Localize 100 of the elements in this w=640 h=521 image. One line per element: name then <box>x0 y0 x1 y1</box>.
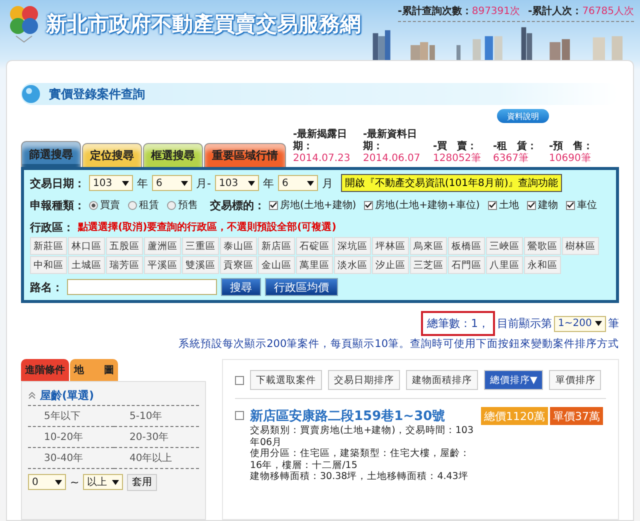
district-button[interactable]: 平溪區 <box>144 256 181 274</box>
latest-value: 2014.07.23 <box>293 153 350 164</box>
district-button[interactable]: 新店區 <box>258 237 295 255</box>
sort-button[interactable]: 下載選取案件 <box>250 370 322 390</box>
checkbox-label: 房地(土地+建物+車位) <box>375 198 480 212</box>
stat-value: 76785人次 <box>582 6 634 17</box>
radio-button[interactable] <box>89 200 98 210</box>
check-icon <box>528 202 535 208</box>
district-button[interactable]: 深坑區 <box>334 237 371 255</box>
age-option[interactable]: 10-20年 <box>28 427 114 448</box>
radio-button[interactable] <box>167 200 176 210</box>
district-button[interactable]: 坪林區 <box>372 237 409 255</box>
sort-button[interactable]: 交易日期排序 <box>328 370 400 390</box>
max-age-select[interactable]: 以上 <box>83 474 124 490</box>
dropdown-caret-icon <box>181 180 188 186</box>
checkbox[interactable] <box>488 200 497 210</box>
district-button[interactable]: 石門區 <box>448 256 485 274</box>
road-input-field[interactable] <box>67 279 217 295</box>
dropdown-caret-icon <box>595 321 602 326</box>
age-option[interactable]: 30-40年 <box>28 448 114 469</box>
sort-button[interactable]: 總價排序▼ <box>484 370 544 390</box>
district-button[interactable]: 板橋區 <box>448 237 485 255</box>
latest-value: 10690筆 <box>549 153 591 164</box>
district-button[interactable]: 瑞芳區 <box>106 256 143 274</box>
dropdown-caret-icon <box>55 480 62 484</box>
age-option[interactable]: 40年以上 <box>114 448 199 469</box>
district-button[interactable]: 淡水區 <box>334 256 371 274</box>
district-button[interactable]: 樹林區 <box>562 237 599 255</box>
district-button[interactable]: 三重區 <box>182 237 219 255</box>
date-unit: 年 <box>262 176 274 190</box>
district-label: 行政區： <box>30 220 74 234</box>
search-tab[interactable]: 重要區域行情 <box>204 143 286 167</box>
district-button[interactable]: 泰山區 <box>220 237 257 255</box>
checkbox[interactable] <box>566 200 575 210</box>
district-button[interactable]: 雙溪區 <box>182 256 219 274</box>
case-title-link[interactable]: 新店區安康路二段159巷1~30號 <box>250 409 446 424</box>
data-info-button[interactable]: 資料說明 <box>497 109 549 123</box>
district-button[interactable]: 鶯歌區 <box>524 237 561 255</box>
date-select[interactable]: 6 <box>152 175 192 191</box>
search-tab[interactable]: 定位搜尋 <box>82 143 142 167</box>
latest-value: 2014.06.07 <box>363 153 420 164</box>
collapse-icon[interactable] <box>28 392 36 399</box>
age-option[interactable]: 5年以下 <box>28 406 114 427</box>
district-button[interactable]: 土城區 <box>68 256 105 274</box>
district-button[interactable]: 三芝區 <box>410 256 447 274</box>
checkbox[interactable] <box>364 200 374 210</box>
district-button[interactable]: 貢寮區 <box>220 256 257 274</box>
dropdown-caret-icon <box>248 180 255 186</box>
dropdown-caret-icon <box>306 180 314 186</box>
district-button[interactable]: 林口區 <box>68 237 105 255</box>
district-button[interactable]: 中和區 <box>30 256 67 274</box>
select-all-checkbox[interactable] <box>235 376 244 384</box>
district-button[interactable]: 金山區 <box>258 256 295 274</box>
showing-label: 目前顯示第 <box>497 316 552 331</box>
stat-label: -累計查詢次數： <box>398 6 472 17</box>
date-select[interactable]: 103 <box>89 175 133 191</box>
date-unit: 月 <box>322 176 333 190</box>
radio-label: 預售 <box>178 199 198 212</box>
age-option[interactable]: 20-30年 <box>114 427 199 448</box>
district-button[interactable]: 萬里區 <box>296 256 333 274</box>
search-tab[interactable]: 篩選搜尋 <box>21 141 81 167</box>
checkbox-label: 車位 <box>576 198 597 212</box>
age-option[interactable]: 5-10年 <box>114 406 199 427</box>
min-age-select[interactable]: 0 <box>28 474 66 490</box>
sort-button[interactable]: 建物面積排序 <box>406 370 478 390</box>
price-tag: 總價1120萬 <box>481 407 548 425</box>
filter-tab[interactable]: 進階條件 <box>21 359 69 381</box>
district-button[interactable]: 八里區 <box>486 256 523 274</box>
search-tab[interactable]: 框選搜尋 <box>143 143 203 167</box>
check-icon <box>365 202 372 208</box>
range-select[interactable]: 1~200 <box>554 316 606 332</box>
district-average-button[interactable]: 行政區均價 <box>265 278 338 296</box>
checkbox[interactable] <box>526 200 536 210</box>
result-note: 系統預設每次顯示200筆案件，每頁顯示10筆。查詢時可使用下面按鈕來變動案件排序方式 <box>178 337 619 351</box>
filter-tab[interactable]: 地 圖 <box>70 359 118 381</box>
date-select[interactable]: 103 <box>214 175 259 191</box>
old-data-button[interactable]: 開啟『不動產交易資訊(101年8月前)』查詢功能 <box>340 174 562 192</box>
date-unit: 年 <box>137 176 148 190</box>
filter-section-title[interactable]: 屋齡(單選) <box>40 388 94 403</box>
district-button[interactable]: 五股區 <box>106 237 143 255</box>
district-button[interactable]: 永和區 <box>524 256 561 274</box>
district-button[interactable]: 三峽區 <box>486 237 523 255</box>
checkbox[interactable] <box>269 200 278 210</box>
latest-label: -最新揭露日期： <box>293 129 348 152</box>
search-button[interactable]: 搜尋 <box>221 278 261 296</box>
district-button[interactable]: 新莊區 <box>30 237 67 255</box>
district-button[interactable]: 烏來區 <box>410 237 447 255</box>
radio-label: 租賃 <box>139 199 159 212</box>
radio-button[interactable] <box>128 200 137 210</box>
district-button[interactable]: 汐止區 <box>372 256 409 274</box>
sort-button[interactable]: 單價排序 <box>549 370 602 390</box>
section-title: 實價登錄案件查詢 <box>49 86 145 102</box>
checkbox-label: 房地(土地+建物) <box>280 198 356 212</box>
radio-label: 買賣 <box>100 198 120 212</box>
apply-button[interactable]: 套用 <box>127 474 158 490</box>
district-button[interactable]: 石碇區 <box>296 237 333 255</box>
checkbox-label: 土地 <box>498 198 519 212</box>
case-checkbox[interactable] <box>235 411 244 420</box>
district-button[interactable]: 蘆洲區 <box>144 237 181 255</box>
date-select[interactable]: 6 <box>278 175 318 191</box>
